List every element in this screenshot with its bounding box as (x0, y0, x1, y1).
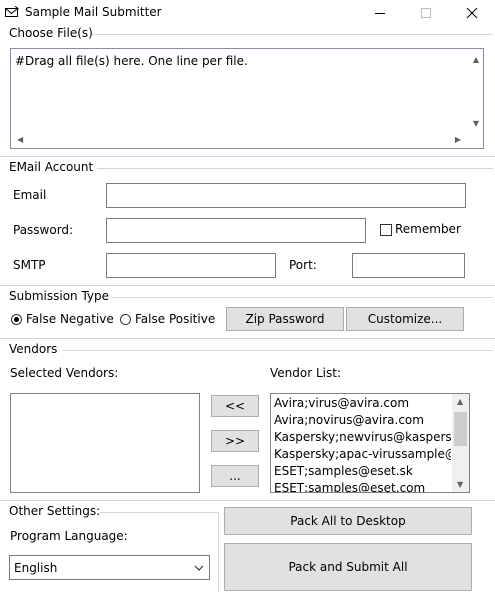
scroll-down-icon[interactable]: ▼ (457, 480, 463, 489)
vendor-list-items: Avira;virus@avira.com Avira;novirus@avir… (271, 395, 451, 492)
group-separator (92, 34, 492, 35)
submission-type-label: Submission Type (9, 289, 110, 303)
port-label: Port: (289, 258, 317, 272)
list-item[interactable]: ESET;samples@eset.sk (271, 463, 451, 480)
chevron-down-icon (194, 565, 204, 571)
choose-files-label: Choose File(s) (9, 26, 93, 40)
group-separator (100, 512, 218, 513)
language-value: English (14, 561, 58, 575)
scroll-up-icon[interactable]: ▲ (457, 397, 463, 406)
remove-vendor-button[interactable]: >> (211, 430, 259, 452)
title-bar[interactable]: Sample Mail Submitter (0, 0, 495, 26)
remember-label: Remember (395, 222, 461, 236)
email-label: Email (13, 188, 47, 202)
pack-desktop-button[interactable]: Pack All to Desktop (224, 507, 472, 535)
minimize-button[interactable] (357, 0, 403, 26)
group-separator (63, 350, 493, 351)
list-item[interactable]: ESET;samples@eset.com (271, 480, 451, 492)
vendor-list-label: Vendor List: (270, 366, 341, 380)
more-vendors-button[interactable]: ... (211, 465, 259, 487)
files-textarea[interactable]: #Drag all file(s) here. One line per fil… (10, 48, 484, 149)
email-account-label: EMail Account (9, 160, 94, 174)
group-separator (0, 500, 495, 501)
mail-icon (5, 6, 19, 17)
group-separator (0, 156, 495, 157)
group-separator (0, 285, 495, 286)
false-positive-radio[interactable] (120, 314, 131, 325)
vendor-list-scrollbar[interactable]: ▲ ▼ (452, 394, 469, 492)
minimize-icon (375, 13, 385, 14)
language-select[interactable]: English (9, 555, 210, 580)
false-positive-label: False Positive (135, 312, 216, 326)
password-label: Password: (13, 223, 74, 237)
window-title: Sample Mail Submitter (25, 5, 162, 19)
maximize-icon (421, 8, 431, 18)
group-separator (111, 297, 493, 298)
password-field[interactable] (106, 218, 366, 243)
list-item[interactable]: Avira;virus@avira.com (271, 395, 451, 412)
list-item[interactable]: Kaspersky;apac-virussample@ (271, 446, 451, 463)
add-vendor-button[interactable]: << (211, 395, 259, 417)
files-text: #Drag all file(s) here. One line per fil… (15, 54, 248, 68)
smtp-field[interactable] (106, 253, 276, 278)
selected-vendors-list[interactable] (10, 393, 200, 493)
close-icon (466, 7, 478, 19)
group-separator (97, 168, 493, 169)
other-settings-label: Other Settings: (9, 504, 101, 518)
scrollbar-thumb[interactable] (454, 412, 467, 446)
email-field[interactable] (106, 183, 466, 208)
remember-checkbox[interactable] (380, 224, 392, 236)
false-negative-label: False Negative (26, 312, 114, 326)
pack-submit-button[interactable]: Pack and Submit All (224, 543, 472, 591)
maximize-button[interactable] (403, 0, 449, 26)
group-separator (0, 338, 495, 339)
program-language-label: Program Language: (10, 529, 128, 543)
radio-selected-dot (14, 317, 19, 322)
scroll-down-icon[interactable]: ▼ (473, 119, 479, 128)
customize-button[interactable]: Customize... (346, 307, 464, 331)
list-item[interactable]: Kaspersky;newvirus@kaspersky (271, 429, 451, 446)
vendors-label: Vendors (9, 342, 58, 356)
vendor-list[interactable]: Avira;virus@avira.com Avira;novirus@avir… (270, 393, 470, 493)
smtp-label: SMTP (13, 258, 46, 272)
scroll-right-icon[interactable]: ▶ (455, 135, 461, 144)
scroll-up-icon[interactable]: ▲ (473, 55, 479, 64)
scroll-left-icon[interactable]: ◀ (17, 135, 23, 144)
zip-password-button[interactable]: Zip Password (226, 307, 344, 331)
close-button[interactable] (449, 0, 495, 26)
group-separator (218, 512, 219, 592)
port-field[interactable] (352, 253, 465, 278)
selected-vendors-label: Selected Vendors: (10, 366, 119, 380)
false-negative-radio[interactable] (11, 314, 22, 325)
list-item[interactable]: Avira;novirus@avira.com (271, 412, 451, 429)
